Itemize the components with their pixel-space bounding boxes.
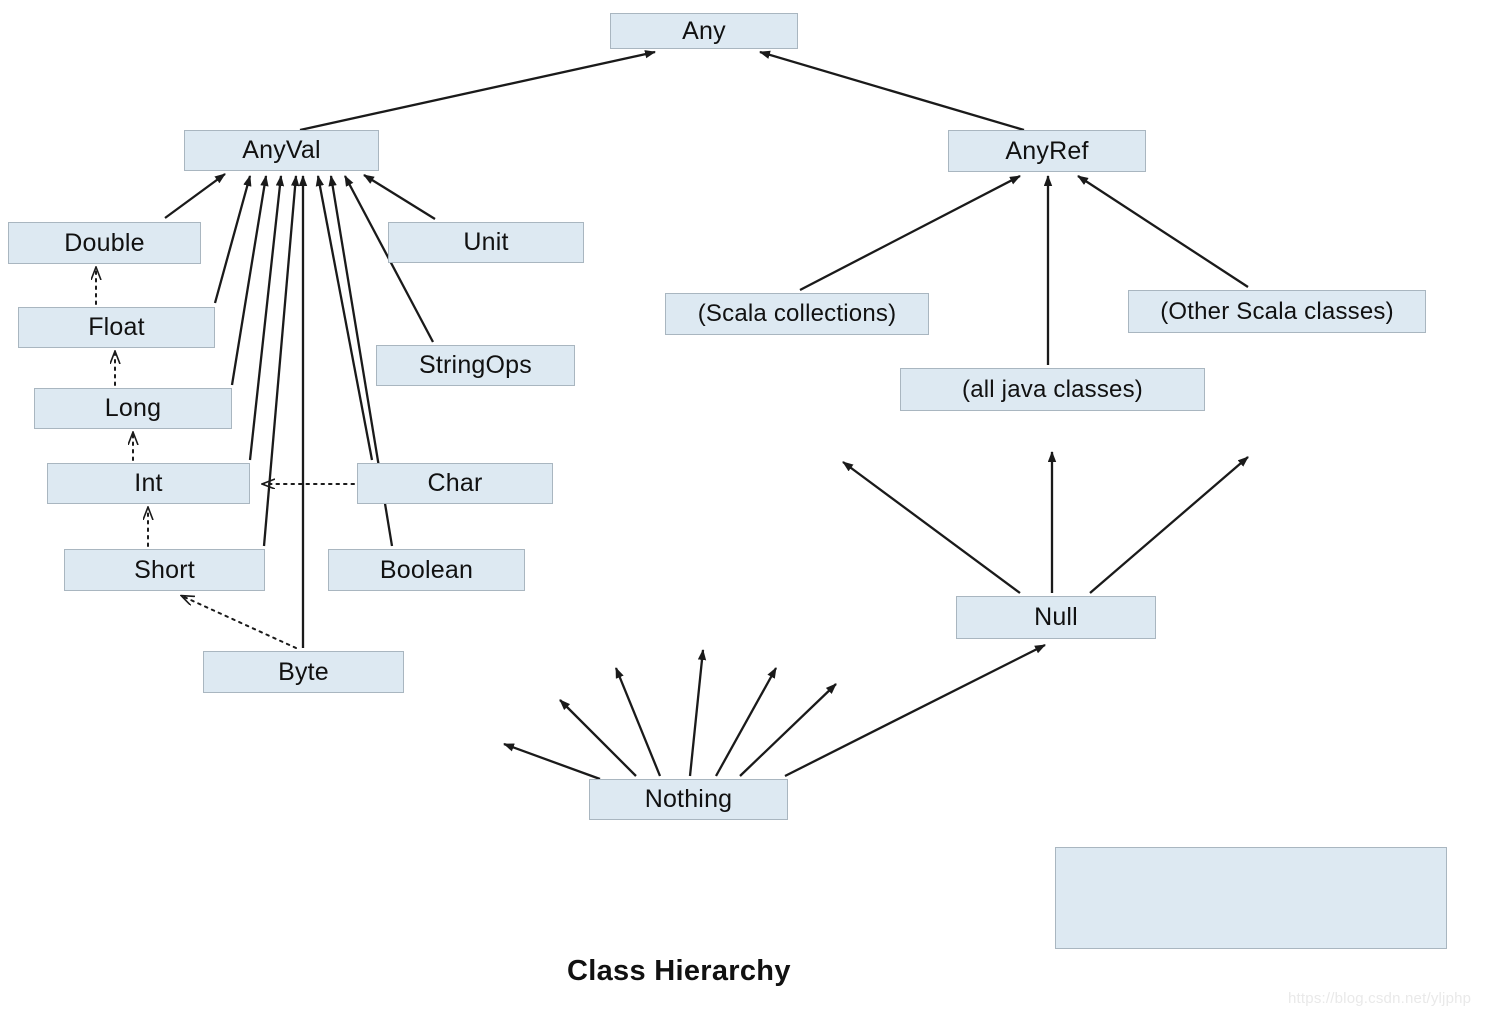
node-long[interactable]: Long [34,388,232,429]
node-other-scala-classes[interactable]: (Other Scala classes) [1128,290,1426,333]
node-nothing[interactable]: Nothing [589,779,788,820]
node-all-java-classes[interactable]: (all java classes) [900,368,1205,411]
node-anyval[interactable]: AnyVal [184,130,379,171]
node-float[interactable]: Float [18,307,215,348]
node-char[interactable]: Char [357,463,553,504]
node-any[interactable]: Any [610,13,798,49]
diagram-title: Class Hierarchy [567,955,791,987]
node-stringops[interactable]: StringOps [376,345,575,386]
node-byte[interactable]: Byte [203,651,404,693]
legend-panel [1055,847,1447,949]
node-null[interactable]: Null [956,596,1156,639]
node-boolean[interactable]: Boolean [328,549,525,591]
node-anyref[interactable]: AnyRef [948,130,1146,172]
node-double[interactable]: Double [8,222,201,264]
node-short[interactable]: Short [64,549,265,591]
node-scala-collections[interactable]: (Scala collections) [665,293,929,335]
watermark-url: https://blog.csdn.net/yljphp [1288,990,1472,1007]
node-int[interactable]: Int [47,463,250,504]
class-hierarchy-diagram: Any AnyVal AnyRef Double Unit Float Stri… [0,0,1486,1016]
node-unit[interactable]: Unit [388,222,584,263]
